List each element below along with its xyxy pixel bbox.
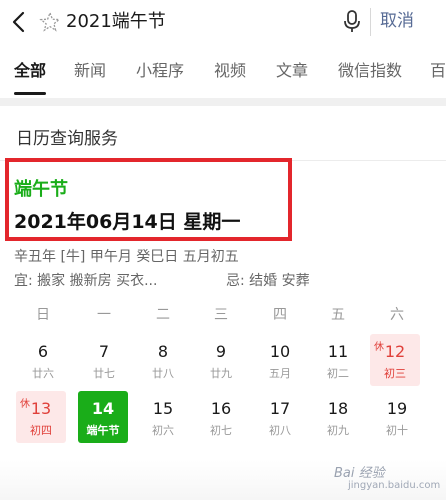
lunar-day: 初三	[384, 367, 406, 380]
chevron-left-icon	[12, 11, 25, 33]
day-number: 13	[30, 399, 52, 418]
section-title: 日历查询服务	[16, 129, 118, 149]
day-number: 11	[327, 342, 349, 361]
day-number: 12	[384, 342, 406, 361]
day-number: 14	[91, 399, 115, 418]
lunar-day: 廿七	[93, 367, 115, 380]
weekday-label: 一	[97, 307, 111, 323]
lunar-day: 端午节	[86, 424, 120, 437]
active-tab-indicator	[14, 92, 46, 95]
lunar-day: 初七	[210, 424, 232, 437]
festival-date: 2021年06月14日 星期一	[14, 211, 241, 233]
lunar-day: 初六	[152, 424, 174, 437]
calendar-day-holiday[interactable]: 休 12 初三	[370, 334, 420, 386]
watermark: Bai 经验	[334, 466, 385, 481]
tab-articles[interactable]: 文章	[276, 60, 308, 82]
day-number: 7	[98, 342, 110, 361]
calendar-day[interactable]: 19 初十	[372, 391, 422, 443]
day-number: 19	[386, 399, 408, 418]
calendar-day[interactable]: 15 初六	[138, 391, 188, 443]
festival-name[interactable]: 端午节	[14, 175, 68, 201]
tab-videos[interactable]: 视频	[214, 60, 246, 82]
yi-activities: 宜: 搬家 搬新房 买衣...	[14, 273, 158, 289]
ji-activities: 忌: 结婚 安葬	[226, 273, 310, 289]
calendar-day[interactable]: 16 初七	[196, 391, 246, 443]
calendar-day-selected[interactable]: 14 端午节	[78, 391, 128, 443]
microphone-icon[interactable]	[342, 10, 362, 34]
calendar-day[interactable]: 7 廿七	[79, 334, 129, 386]
day-number: 16	[210, 399, 232, 418]
calendar-day[interactable]: 9 廿九	[196, 334, 246, 386]
cancel-button[interactable]: 取消	[380, 9, 414, 33]
day-number: 9	[215, 342, 227, 361]
day-number: 6	[37, 342, 49, 361]
lunar-date: 辛丑年 [牛] 甲午月 癸巳日 五月初五	[14, 249, 239, 265]
calendar-day[interactable]: 17 初八	[255, 391, 305, 443]
lunar-day: 廿六	[32, 367, 54, 380]
weekday-label: 二	[156, 307, 170, 323]
lunar-day: 初九	[327, 424, 349, 437]
day-number: 18	[327, 399, 349, 418]
tab-bar: 全部 新闻 小程序 视频 文章 微信指数 百	[0, 50, 446, 96]
lunar-day: 五月	[269, 367, 291, 380]
weekday-label: 三	[214, 307, 228, 323]
tab-mini-programs[interactable]: 小程序	[136, 60, 184, 82]
calendar-day-holiday[interactable]: 休 13 初四	[16, 391, 66, 443]
tab-all[interactable]: 全部	[14, 60, 46, 82]
calendar-day[interactable]: 11 初二	[313, 334, 363, 386]
search-bar: 2021端午节 取消	[0, 0, 446, 44]
lunar-day: 初四	[30, 424, 52, 437]
lunar-day: 初八	[269, 424, 291, 437]
lunar-day: 初十	[386, 424, 408, 437]
divider	[370, 8, 371, 36]
lunar-day: 廿八	[152, 367, 174, 380]
section-divider	[0, 98, 446, 106]
weekday-label: 六	[390, 307, 404, 323]
calendar-day[interactable]: 10 五月	[255, 334, 305, 386]
day-number: 8	[157, 342, 169, 361]
weekday-label: 四	[273, 307, 287, 323]
tab-wechat-index[interactable]: 微信指数	[338, 60, 402, 82]
weekday-label: 日	[36, 307, 50, 323]
calendar-day[interactable]: 8 廿八	[138, 334, 188, 386]
calendar-day[interactable]: 18 初九	[313, 391, 363, 443]
search-query: 2021端午节	[66, 11, 166, 32]
day-number: 15	[152, 399, 174, 418]
star-icon	[39, 11, 61, 32]
tab-news[interactable]: 新闻	[74, 60, 106, 82]
lunar-day: 初二	[327, 367, 349, 380]
day-number: 10	[269, 342, 291, 361]
watermark-url: jingyan.baidu.com	[348, 480, 441, 491]
back-button[interactable]	[6, 8, 32, 36]
day-number: 17	[269, 399, 291, 418]
tab-more[interactable]: 百	[430, 60, 446, 82]
calendar-day[interactable]: 6 廿六	[18, 334, 68, 386]
lunar-day: 廿九	[210, 367, 232, 380]
search-input[interactable]: 2021端午节	[38, 6, 371, 38]
weekday-label: 五	[331, 307, 345, 323]
